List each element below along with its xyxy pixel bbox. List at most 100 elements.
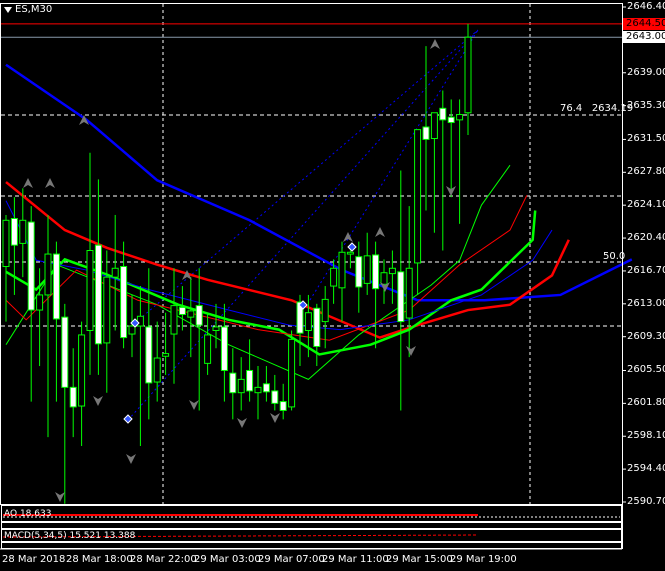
price-axis-label: 2624.10 xyxy=(627,199,665,211)
bull-candle xyxy=(456,114,464,121)
bull-candle xyxy=(136,315,144,327)
fib-level-price: 2634.19 xyxy=(591,103,634,114)
price-axis-label: 2646.40 xyxy=(627,1,665,12)
price-axis-label: 2613.00 xyxy=(627,297,665,309)
bid-price-tag: 2644.50 xyxy=(623,17,665,30)
bull-candle xyxy=(86,250,94,331)
bull-candle xyxy=(128,325,136,335)
time-label: 29 Mar 07:00 xyxy=(258,554,325,565)
price-axis-label: 2616.70 xyxy=(627,264,665,276)
time-label: 28 Mar 22:00 xyxy=(130,554,197,565)
moving-average-line xyxy=(5,195,528,341)
fractal-up-arrow-icon xyxy=(45,178,55,188)
time-label: 29 Mar 11:00 xyxy=(322,554,389,565)
time-label: 28 Mar 2018 xyxy=(2,554,66,565)
chart-window[interactable]: ES,M30 2646.40 2639.00 2635.30 2631.50 2627.… xyxy=(0,0,665,571)
fractal-down-arrow-icon xyxy=(406,346,416,356)
indicator-subwindow xyxy=(1,522,622,529)
fractal-down-arrow-icon xyxy=(189,400,199,410)
bull-candle xyxy=(237,378,245,394)
time-label: 29 Mar 03:00 xyxy=(194,554,261,565)
bear-candle xyxy=(69,386,77,408)
bear-candle xyxy=(397,271,405,323)
fractal-up-arrow-icon xyxy=(375,227,385,237)
bear-candle xyxy=(439,107,447,121)
ao-indicator-label: AO 18.633 xyxy=(4,509,52,519)
bull-candle xyxy=(212,326,220,331)
bull-candle xyxy=(346,251,354,255)
bear-candle xyxy=(27,221,35,311)
bear-candle xyxy=(271,390,279,404)
bull-candle xyxy=(103,276,111,344)
bear-candle xyxy=(229,372,237,394)
price-axis-label: 2601.80 xyxy=(627,397,665,409)
bull-candle xyxy=(363,255,371,284)
bear-candle xyxy=(145,326,153,384)
price-axis-label: 2631.50 xyxy=(627,133,665,145)
bear-candle xyxy=(120,265,128,339)
bull-candle xyxy=(430,112,438,140)
price-axis-label: 2598.10 xyxy=(627,430,665,442)
price-axis-label: 2590.70 xyxy=(627,496,665,507)
bear-candle xyxy=(195,305,203,326)
ask-price-tag: 2643.00 xyxy=(623,31,665,44)
bear-candle xyxy=(422,126,430,140)
fib-trend-line xyxy=(309,29,479,301)
bull-candle xyxy=(170,305,178,335)
bull-candle xyxy=(19,219,27,244)
bull-candle xyxy=(2,219,10,267)
bull-candle xyxy=(162,353,170,357)
price-axis-label: 2627.80 xyxy=(627,166,665,178)
bull-candle xyxy=(44,253,52,296)
fractal-up-arrow-icon xyxy=(23,178,33,188)
bear-candle xyxy=(52,253,60,320)
triangle-down-icon[interactable] xyxy=(4,6,12,13)
time-label: 29 Mar 19:00 xyxy=(450,554,517,565)
bull-candle xyxy=(388,267,396,275)
bull-candle xyxy=(36,294,44,311)
fib-trend-line xyxy=(134,29,479,324)
bull-candle xyxy=(78,334,86,407)
bear-candle xyxy=(61,316,69,388)
fractal-up-arrow-icon xyxy=(343,232,353,242)
bear-candle xyxy=(178,306,186,315)
bull-candle xyxy=(405,267,413,319)
bear-candle xyxy=(262,383,270,393)
fractal-down-arrow-icon xyxy=(126,454,136,464)
price-axis-label: 2605.50 xyxy=(627,364,665,376)
bull-candle xyxy=(414,129,422,264)
bear-candle xyxy=(447,116,455,124)
bear-candle xyxy=(220,326,228,371)
bear-candle xyxy=(313,307,321,347)
fractal-up-arrow-icon xyxy=(430,39,440,49)
bear-candle xyxy=(246,369,254,392)
bear-candle xyxy=(372,254,380,290)
bear-candle xyxy=(279,401,287,411)
indicator-subwindow xyxy=(1,505,622,522)
bear-candle xyxy=(10,218,18,246)
bull-candle xyxy=(464,36,472,114)
price-axis-label: 2620.40 xyxy=(627,232,665,244)
bull-candle xyxy=(153,357,161,383)
bull-candle xyxy=(330,267,338,287)
chart-title[interactable]: ES,M30 xyxy=(4,4,52,15)
fractal-down-arrow-icon xyxy=(270,413,280,423)
time-label: 28 Mar 18:00 xyxy=(66,554,133,565)
bull-candle xyxy=(204,334,212,364)
fib-level-76-label: 76.4 2634.19 xyxy=(560,103,633,114)
bull-candle xyxy=(187,310,195,318)
bull-candle xyxy=(380,272,388,285)
fib-level-50-label: 50.0 xyxy=(603,251,626,262)
bull-candle xyxy=(111,267,119,278)
fractal-down-arrow-icon xyxy=(55,492,65,502)
bull-candle xyxy=(254,386,262,394)
price-chart[interactable] xyxy=(0,0,665,571)
price-axis-label: 2639.00 xyxy=(627,66,665,78)
price-axis-label: 2609.30 xyxy=(627,330,665,342)
diamond-marker-icon xyxy=(347,242,357,252)
fractal-down-arrow-icon xyxy=(93,396,103,406)
price-axis-label: 2594.40 xyxy=(627,463,665,475)
bear-candle xyxy=(94,244,102,345)
bull-candle xyxy=(338,251,346,289)
indicator-subwindow xyxy=(1,542,622,549)
